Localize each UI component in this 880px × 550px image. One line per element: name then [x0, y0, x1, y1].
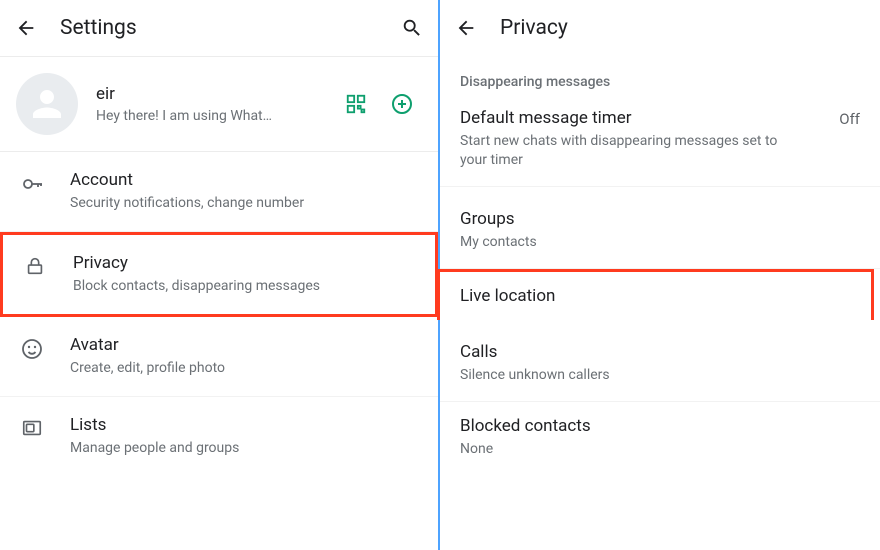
item-title: Groups — [460, 209, 860, 229]
list-icon — [18, 415, 46, 439]
privacy-item-blocked[interactable]: Blocked contacts None — [440, 402, 880, 475]
profile-text: eir Hey there! I am using What… — [96, 84, 324, 124]
privacy-item-groups[interactable]: Groups My contacts — [440, 187, 880, 269]
item-subtitle: Manage people and groups — [70, 439, 422, 458]
item-subtitle: Start new chats with disappearing messag… — [460, 132, 780, 170]
profile-name: eir — [96, 84, 324, 104]
settings-item-account[interactable]: Account Security notifications, change n… — [0, 152, 438, 232]
avatar — [16, 73, 78, 135]
item-title: Avatar — [70, 335, 422, 355]
settings-pane: Settings eir Hey there! I am using What… — [0, 0, 440, 550]
item-title: Account — [70, 170, 422, 190]
privacy-item-live-location[interactable]: Live location — [437, 269, 874, 320]
back-icon[interactable] — [452, 14, 480, 42]
key-icon — [18, 170, 46, 196]
privacy-header: Privacy — [440, 0, 880, 56]
item-title: Live location — [460, 286, 851, 306]
profile-status: Hey there! I am using What… — [96, 108, 324, 124]
item-subtitle: None — [460, 440, 780, 459]
lock-icon — [21, 253, 49, 277]
item-subtitle: Block contacts, disappearing messages — [73, 277, 419, 296]
settings-item-avatar[interactable]: Avatar Create, edit, profile photo — [0, 317, 438, 397]
item-title: Calls — [460, 342, 860, 362]
item-subtitle: Silence unknown callers — [460, 366, 780, 385]
settings-header: Settings — [0, 0, 438, 56]
add-icon[interactable] — [388, 90, 416, 118]
privacy-title: Privacy — [500, 16, 868, 40]
back-icon[interactable] — [12, 14, 40, 42]
settings-item-privacy[interactable]: Privacy Block contacts, disappearing mes… — [0, 232, 438, 317]
item-title: Blocked contacts — [460, 416, 860, 436]
search-icon[interactable] — [398, 14, 426, 42]
settings-item-lists[interactable]: Lists Manage people and groups — [0, 397, 438, 476]
privacy-pane: Privacy Disappearing messages Default me… — [440, 0, 880, 550]
item-subtitle: Security notifications, change number — [70, 194, 422, 213]
face-icon — [18, 335, 46, 361]
item-title: Privacy — [73, 253, 419, 273]
item-title: Lists — [70, 415, 422, 435]
item-value: Off — [829, 108, 860, 128]
item-title: Default message timer — [460, 108, 829, 128]
settings-title: Settings — [60, 16, 378, 40]
profile-actions — [342, 90, 416, 118]
privacy-item-default-timer[interactable]: Default message timer Start new chats wi… — [440, 94, 880, 187]
qr-icon[interactable] — [342, 90, 370, 118]
section-label-disappearing: Disappearing messages — [440, 56, 880, 94]
privacy-item-calls[interactable]: Calls Silence unknown callers — [440, 320, 880, 402]
item-subtitle: Create, edit, profile photo — [70, 359, 422, 378]
profile-row[interactable]: eir Hey there! I am using What… — [0, 56, 438, 152]
item-subtitle: My contacts — [460, 233, 780, 252]
